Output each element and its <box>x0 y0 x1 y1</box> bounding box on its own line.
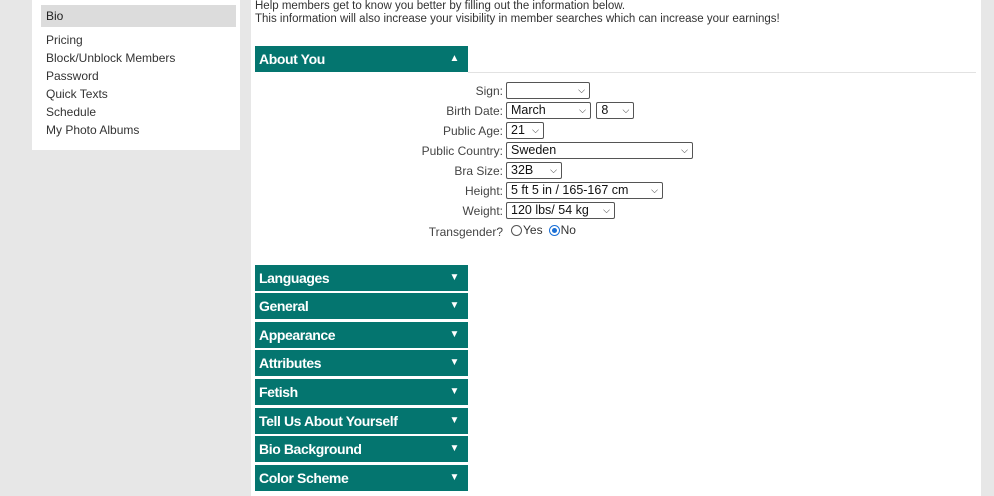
sign-select[interactable]: ⌵ <box>506 82 590 99</box>
about-you-title: About You <box>259 51 325 67</box>
section-divider <box>468 72 976 73</box>
caret-down-icon: ▼ <box>449 329 460 340</box>
transgender-no-radio[interactable] <box>548 225 560 236</box>
settings-sidebar: Bio Pricing Block/Unblock Members Passwo… <box>32 0 240 150</box>
sign-row: Sign: ⌵ <box>251 81 981 101</box>
section-bio-background-header[interactable]: Bio Background ▼ <box>255 436 468 462</box>
height-row: Height: 5 ft 5 in / 165-167 cm ⌵ <box>251 181 981 201</box>
intro-line-2: This information will also increase your… <box>255 13 780 25</box>
chevron-down-icon: ⌵ <box>622 105 630 115</box>
chevron-down-icon: ⌵ <box>681 145 688 155</box>
birth-day-value: 8 <box>601 103 609 117</box>
section-fetish-title: Fetish <box>259 384 298 400</box>
height-label: Height: <box>464 184 503 198</box>
public-country-row: Public Country: Sweden ⌵ <box>251 141 981 161</box>
intro-line-1: Help members get to know you better by f… <box>255 0 626 12</box>
caret-up-icon: ▲ <box>449 53 460 64</box>
public-age-select[interactable]: 21 ⌵ <box>506 122 544 139</box>
section-languages-title: Languages <box>259 270 330 286</box>
section-fetish-header[interactable]: Fetish ▼ <box>255 379 468 405</box>
sidebar-item-bio[interactable]: Bio <box>41 5 236 27</box>
caret-down-icon: ▼ <box>449 386 460 397</box>
section-attributes-title: Attributes <box>259 355 322 371</box>
sidebar-item-pricing[interactable]: Pricing <box>46 31 175 49</box>
section-general-header[interactable]: General ▼ <box>255 293 468 319</box>
birth-day-select[interactable]: 8 ⌵ <box>596 102 635 119</box>
caret-down-icon: ▼ <box>449 272 460 283</box>
bra-size-select[interactable]: 32B ⌵ <box>506 162 562 179</box>
section-attributes-header[interactable]: Attributes ▼ <box>255 350 468 376</box>
bra-size-row: Bra Size: 32B ⌵ <box>251 161 981 181</box>
weight-label: Weight: <box>462 204 503 218</box>
transgender-yes-radio[interactable] <box>511 225 522 236</box>
section-appearance-title: Appearance <box>259 327 336 343</box>
chevron-down-icon: ⌵ <box>532 125 539 135</box>
chevron-down-icon: ⌵ <box>550 165 557 175</box>
chevron-down-icon: ⌵ <box>651 185 658 195</box>
intro-text: Help members get to know you better by f… <box>255 0 780 26</box>
caret-down-icon: ▼ <box>449 300 460 311</box>
section-languages-header[interactable]: Languages ▼ <box>255 265 468 291</box>
sign-label: Sign: <box>475 84 503 98</box>
weight-select[interactable]: 120 lbs/ 54 kg ⌵ <box>506 202 615 219</box>
section-tell-us-header[interactable]: Tell Us About Yourself ▼ <box>255 408 468 434</box>
chevron-down-icon: ⌵ <box>578 85 585 95</box>
chevron-down-icon: ⌵ <box>603 205 610 215</box>
transgender-row: Transgender? Yes No <box>251 222 981 242</box>
public-country-select[interactable]: Sweden ⌵ <box>506 142 693 159</box>
bra-size-value: 32B <box>511 163 534 177</box>
transgender-label: Transgender? <box>428 225 503 239</box>
section-color-scheme-header[interactable]: Color Scheme ▼ <box>255 465 468 491</box>
public-age-label: Public Age: <box>442 124 503 138</box>
chevron-down-icon: ⌵ <box>579 105 586 115</box>
section-bio-background-title: Bio Background <box>259 441 362 457</box>
caret-down-icon: ▼ <box>449 472 460 483</box>
section-general-title: General <box>259 298 309 314</box>
sidebar-item-block-unblock[interactable]: Block/Unblock Members <box>46 49 175 67</box>
birth-month-value: March <box>511 103 546 117</box>
section-color-scheme-title: Color Scheme <box>259 470 349 486</box>
birth-date-row: Birth Date: March ⌵ 8 ⌵ <box>251 101 981 121</box>
birth-date-label: Birth Date: <box>446 104 503 118</box>
weight-value: 120 lbs/ 54 kg <box>511 203 589 217</box>
public-age-row: Public Age: 21 ⌵ <box>251 121 981 141</box>
about-you-header[interactable]: About You ▲ <box>255 46 468 72</box>
transgender-yes-label: Yes <box>523 223 543 237</box>
bio-main-panel: Help members get to know you better by f… <box>251 0 981 496</box>
section-appearance-header[interactable]: Appearance ▼ <box>255 322 468 348</box>
transgender-no-label: No <box>560 223 576 237</box>
sidebar-item-photo-albums[interactable]: My Photo Albums <box>46 121 175 139</box>
sidebar-item-password[interactable]: Password <box>46 67 175 85</box>
sidebar-menu: Pricing Block/Unblock Members Password Q… <box>46 31 175 139</box>
weight-row: Weight: 120 lbs/ 54 kg ⌵ <box>251 201 981 221</box>
sidebar-item-quick-texts[interactable]: Quick Texts <box>46 85 175 103</box>
height-select[interactable]: 5 ft 5 in / 165-167 cm ⌵ <box>506 182 663 199</box>
public-country-label: Public Country: <box>421 144 503 158</box>
public-age-value: 21 <box>511 123 525 137</box>
caret-down-icon: ▼ <box>449 443 460 454</box>
caret-down-icon: ▼ <box>449 357 460 368</box>
height-value: 5 ft 5 in / 165-167 cm <box>511 183 629 197</box>
section-tell-us-title: Tell Us About Yourself <box>259 413 398 429</box>
caret-down-icon: ▼ <box>449 415 460 426</box>
birth-month-select[interactable]: March ⌵ <box>506 102 591 119</box>
sidebar-item-schedule[interactable]: Schedule <box>46 103 175 121</box>
bra-size-label: Bra Size: <box>454 164 503 178</box>
public-country-value: Sweden <box>511 143 557 157</box>
